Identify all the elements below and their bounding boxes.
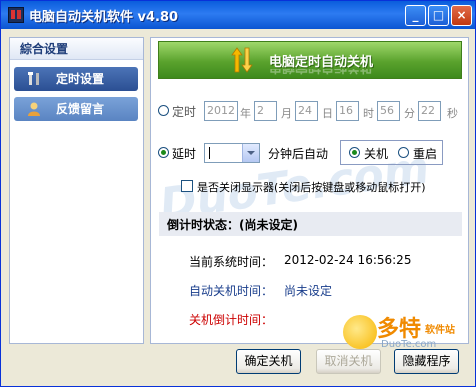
sidebar-item-schedule[interactable]: 定时设置: [14, 67, 138, 91]
sidebar-item-label: 反馈留言: [56, 102, 105, 116]
delay-minutes-combobox[interactable]: [204, 143, 260, 163]
hour-field[interactable]: 16: [336, 101, 359, 121]
maximize-button[interactable]: □: [428, 5, 449, 26]
monitor-off-label: 是否关闭显示器(关闭后按键盘或移动鼠标打开): [197, 181, 426, 194]
schedule-label: 定时: [172, 105, 197, 119]
logo-url: DuoTe.com: [381, 339, 437, 350]
countdown-status-bar: 倒计时状态：(尚未设定): [159, 212, 462, 236]
title-bar[interactable]: 电脑自动关机软件 v4.80 _ □ ×: [1, 1, 475, 29]
sidebar-header: 綜合设置: [10, 38, 143, 60]
app-icon: [8, 7, 24, 23]
shutdown-label: 关机: [364, 147, 389, 161]
app-window: 电脑自动关机软件 v4.80 _ □ × 綜合设置 定时设置 反馈留言 电脑定时…: [0, 0, 476, 387]
sidebar-item-label: 定时设置: [56, 72, 105, 86]
countdown-label: 关机倒计时间：: [189, 313, 274, 327]
month-field[interactable]: 2: [254, 101, 277, 121]
minute-unit: 分: [404, 107, 415, 120]
month-unit: 月: [281, 107, 292, 120]
tools-icon: [28, 72, 39, 85]
current-time-label: 当前系统时间：: [189, 255, 274, 269]
minimize-button[interactable]: _: [405, 5, 426, 26]
day-field[interactable]: 24: [295, 101, 318, 121]
year-unit: 年: [240, 107, 251, 120]
delay-suffix: 分钟后自动: [268, 147, 329, 161]
second-unit: 秒: [447, 107, 458, 120]
auto-shutdown-value: 尚未设定: [284, 284, 333, 298]
window-title: 电脑自动关机软件 v4.80: [29, 10, 179, 25]
banner-title: 电脑定时自动关机: [269, 55, 374, 70]
delay-radio[interactable]: [158, 147, 169, 158]
duote-logo: 多特 软件站 DuoTe.com: [341, 311, 471, 359]
person-icon: [28, 102, 40, 116]
hour-unit: 时: [363, 107, 374, 120]
auto-shutdown-label: 自动关机时间：: [189, 284, 274, 298]
restart-label: 重启: [413, 147, 438, 161]
second-field[interactable]: 22: [418, 101, 441, 121]
countdown-status-title: 倒计时状态：(尚未设定): [167, 218, 298, 232]
text-caret: [209, 147, 210, 159]
close-button[interactable]: ×: [451, 5, 472, 26]
shutdown-radio[interactable]: [349, 147, 360, 158]
chevron-down-icon[interactable]: [242, 144, 259, 162]
sun-icon: [343, 315, 377, 349]
day-unit: 日: [322, 107, 333, 120]
year-field[interactable]: 2012: [204, 101, 238, 121]
sidebar-item-feedback[interactable]: 反馈留言: [14, 97, 138, 121]
delay-label: 延时: [172, 147, 197, 161]
logo-subtext: 软件站: [425, 325, 455, 336]
schedule-radio[interactable]: [158, 105, 169, 116]
sidebar: 綜合设置 定时设置 反馈留言: [9, 37, 144, 344]
sync-arrows-icon: [231, 47, 253, 73]
banner: 电脑定时自动关机 电脑定时自动关机: [158, 41, 462, 79]
current-time-value: 2012-02-24 16:56:25: [284, 253, 412, 267]
confirm-shutdown-button[interactable]: 确定关机: [236, 349, 301, 374]
minute-field[interactable]: 56: [377, 101, 400, 121]
banner-title-reflection: 电脑定时自动关机: [269, 69, 373, 78]
restart-radio[interactable]: [398, 147, 409, 158]
monitor-off-checkbox[interactable]: [181, 180, 193, 192]
